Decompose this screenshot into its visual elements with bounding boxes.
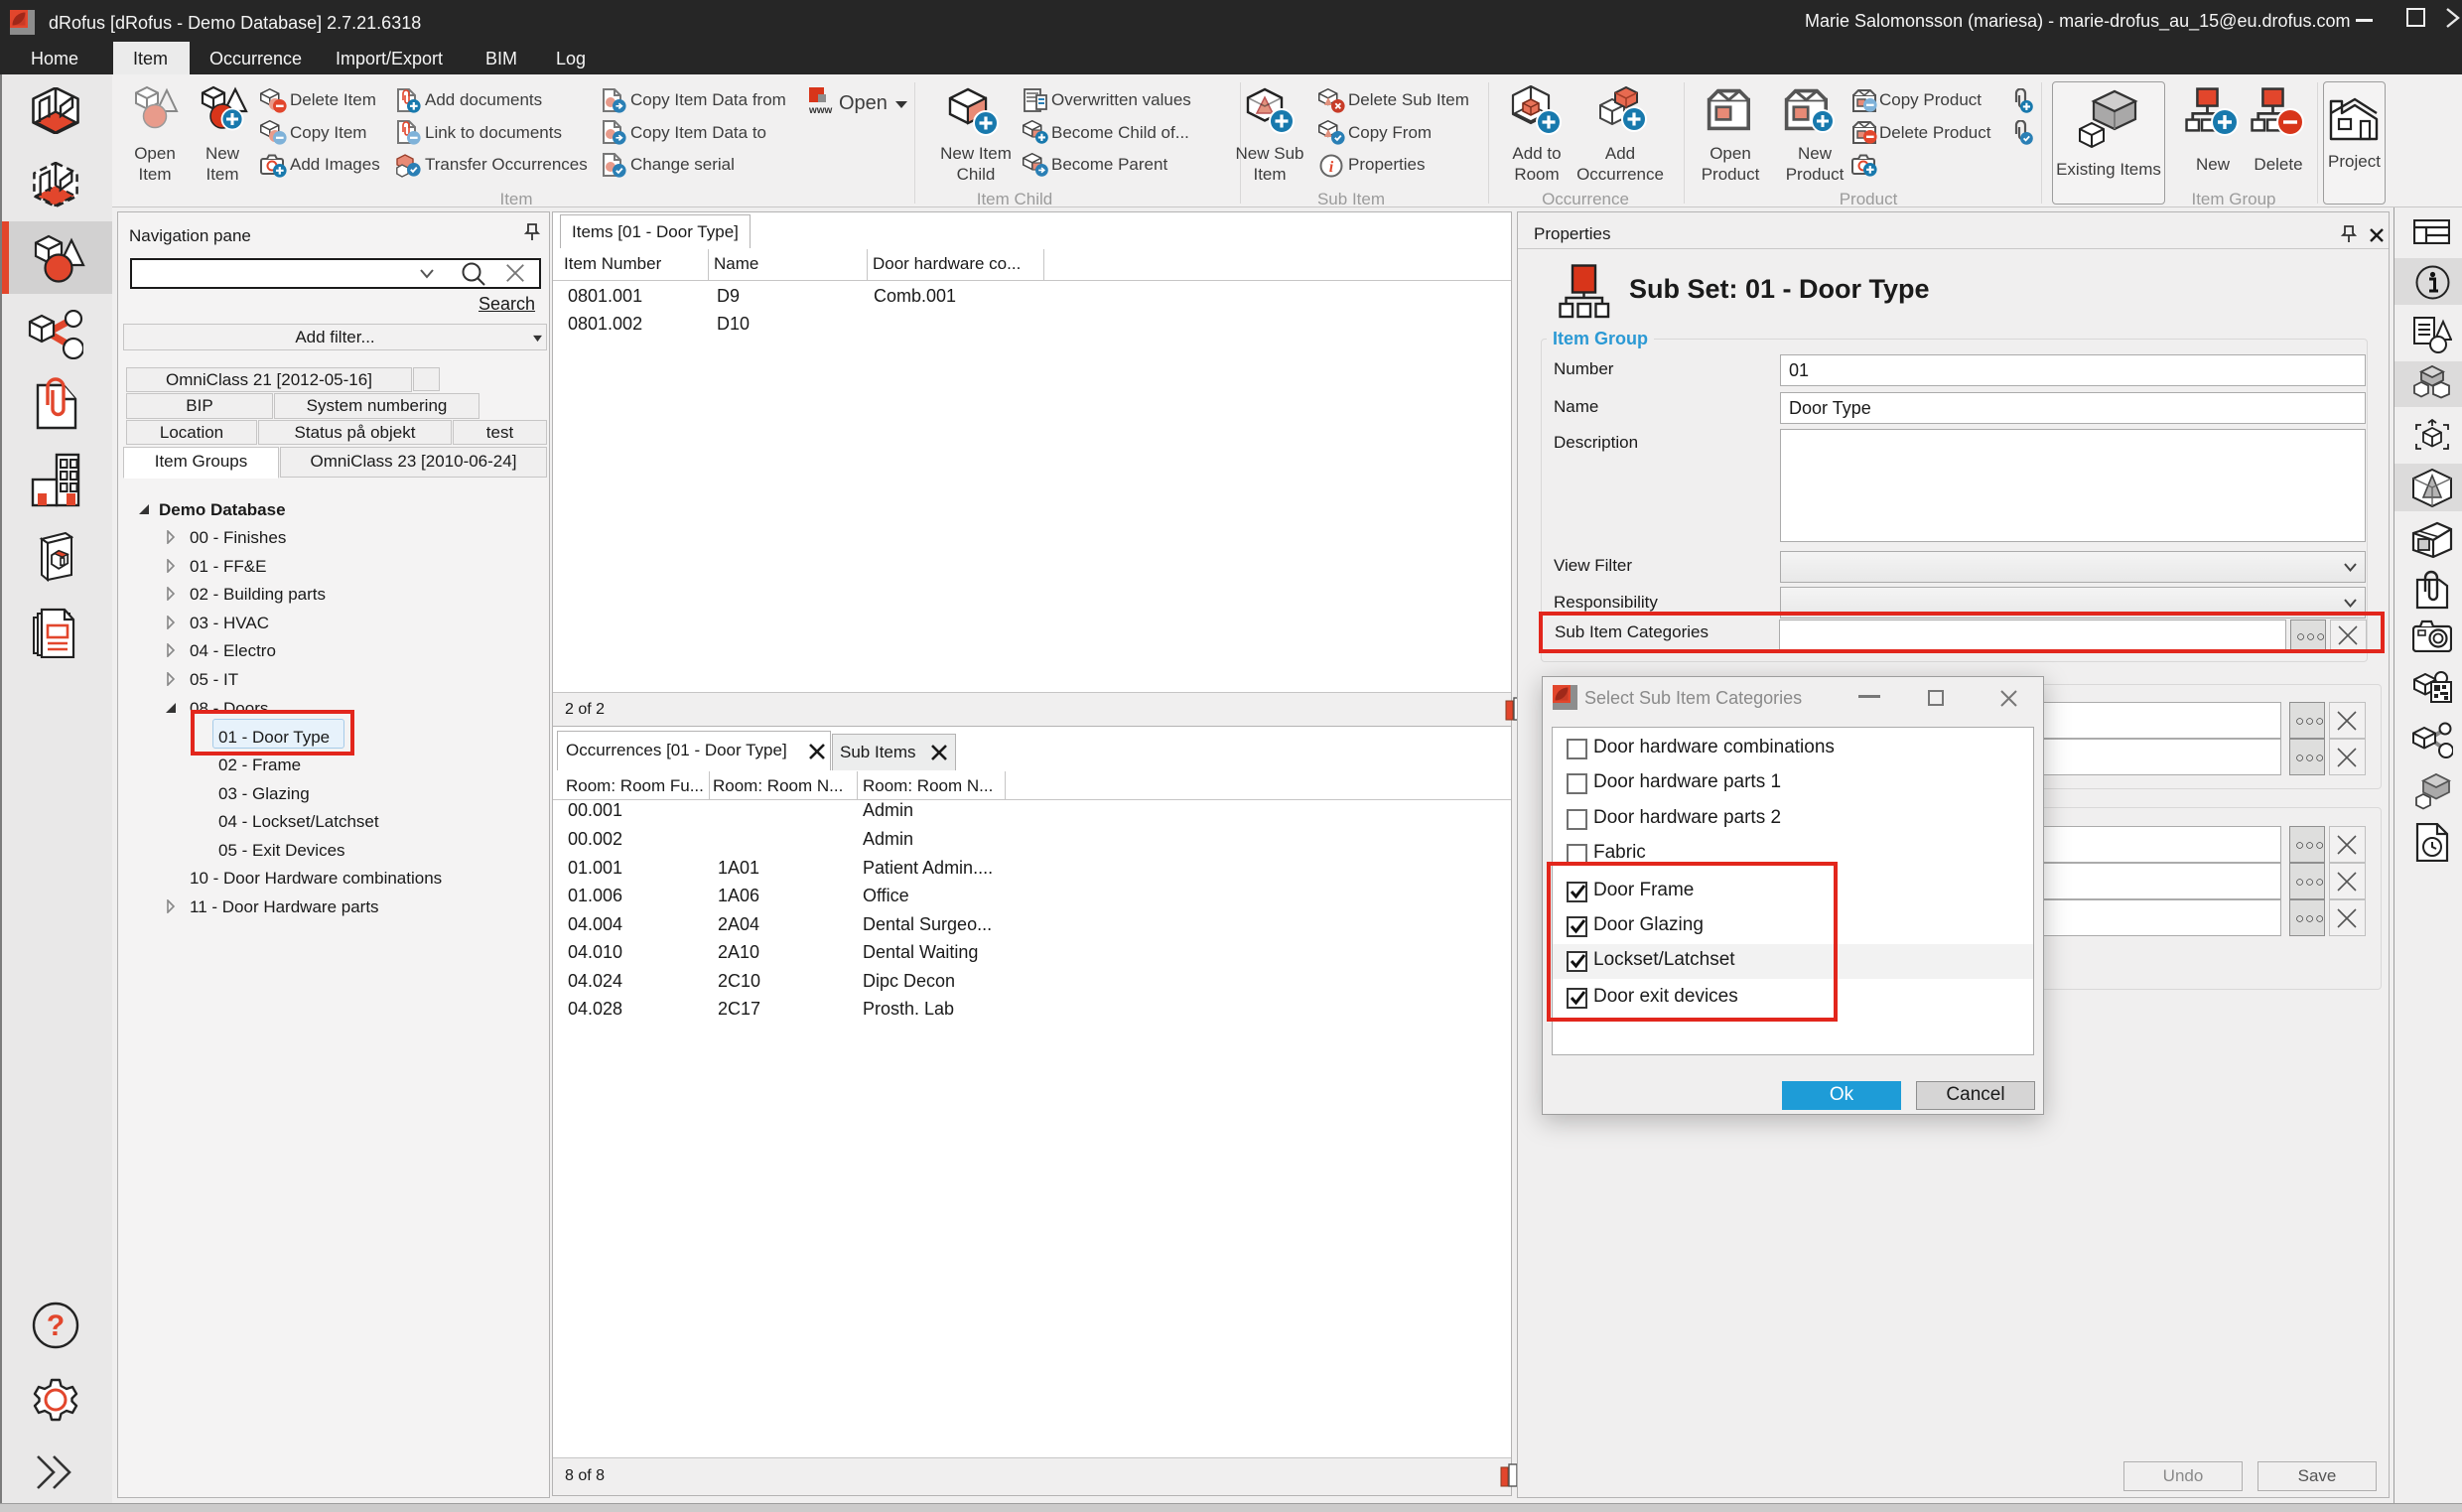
svg-text:i: i xyxy=(1329,159,1334,176)
svg-text:?: ? xyxy=(47,1309,65,1342)
svg-text:www: www xyxy=(808,105,833,115)
